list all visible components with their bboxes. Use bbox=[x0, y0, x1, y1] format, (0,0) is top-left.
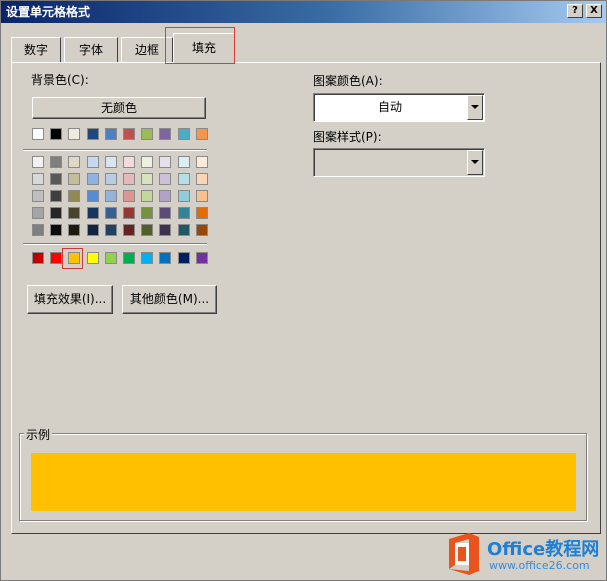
color-swatch[interactable] bbox=[32, 224, 44, 236]
color-swatch[interactable] bbox=[141, 224, 153, 236]
color-swatch[interactable] bbox=[105, 173, 117, 185]
pattern-color-label: 图案颜色(A): bbox=[313, 74, 383, 88]
color-swatch[interactable] bbox=[105, 224, 117, 236]
color-swatch[interactable] bbox=[178, 190, 190, 202]
color-swatch[interactable] bbox=[87, 207, 99, 219]
color-swatch[interactable] bbox=[87, 252, 99, 264]
chevron-down-icon[interactable] bbox=[467, 150, 483, 175]
color-swatch[interactable] bbox=[141, 190, 153, 202]
dialog-title: 设置单元格格式 bbox=[6, 5, 91, 19]
office-logo-icon bbox=[449, 533, 479, 575]
tab-font[interactable]: 字体 bbox=[64, 37, 118, 63]
pattern-style-value bbox=[314, 149, 466, 176]
color-swatch[interactable] bbox=[141, 156, 153, 168]
color-swatch[interactable] bbox=[32, 252, 44, 264]
color-swatch[interactable] bbox=[141, 252, 153, 264]
sample-label: 示例 bbox=[24, 426, 53, 443]
color-swatch[interactable] bbox=[178, 207, 190, 219]
color-swatch[interactable] bbox=[196, 252, 208, 264]
color-swatch[interactable] bbox=[123, 252, 135, 264]
watermark-url: www.office26.com bbox=[489, 559, 590, 572]
color-swatch[interactable] bbox=[141, 128, 153, 140]
color-swatch[interactable] bbox=[141, 173, 153, 185]
pattern-color-select[interactable]: 自动 bbox=[313, 93, 485, 122]
color-swatch[interactable] bbox=[68, 224, 80, 236]
color-swatch[interactable] bbox=[123, 224, 135, 236]
tab-bar: 数字 字体 边框 填充 bbox=[11, 33, 601, 64]
color-swatch[interactable] bbox=[196, 190, 208, 202]
color-swatch[interactable] bbox=[159, 173, 171, 185]
color-swatch[interactable] bbox=[50, 252, 62, 264]
color-swatch[interactable] bbox=[68, 190, 80, 202]
color-swatch[interactable] bbox=[50, 173, 62, 185]
color-swatch[interactable] bbox=[196, 224, 208, 236]
fill-effects-button[interactable]: 填充效果(I)... bbox=[27, 285, 113, 314]
color-swatch[interactable] bbox=[32, 207, 44, 219]
color-swatch[interactable] bbox=[68, 128, 80, 140]
color-swatch[interactable] bbox=[68, 173, 80, 185]
color-swatch[interactable] bbox=[105, 190, 117, 202]
color-swatch[interactable] bbox=[50, 128, 62, 140]
more-colors-button[interactable]: 其他颜色(M)... bbox=[122, 285, 217, 314]
pattern-style-select[interactable] bbox=[313, 148, 485, 177]
color-swatch[interactable] bbox=[32, 128, 44, 140]
format-cells-dialog: 设置单元格格式 ? X 数字 字体 边框 填充 背景色(C): 无颜色 填充效果… bbox=[0, 0, 607, 581]
palette-separator bbox=[23, 243, 207, 245]
help-button[interactable]: ? bbox=[567, 4, 583, 18]
chevron-down-icon[interactable] bbox=[467, 95, 483, 120]
color-swatch[interactable] bbox=[196, 156, 208, 168]
color-swatch[interactable] bbox=[87, 190, 99, 202]
pattern-style-label: 图案样式(P): bbox=[313, 130, 382, 144]
color-swatch[interactable] bbox=[178, 252, 190, 264]
color-swatch[interactable] bbox=[105, 207, 117, 219]
color-swatch[interactable] bbox=[87, 128, 99, 140]
color-swatch[interactable] bbox=[178, 224, 190, 236]
color-swatch[interactable] bbox=[50, 190, 62, 202]
color-swatch[interactable] bbox=[123, 128, 135, 140]
close-button[interactable]: X bbox=[586, 4, 602, 18]
color-swatch[interactable] bbox=[123, 207, 135, 219]
tab-number[interactable]: 数字 bbox=[11, 37, 61, 63]
title-bar: 设置单元格格式 bbox=[1, 1, 606, 23]
color-swatch[interactable] bbox=[87, 224, 99, 236]
tab-fill-highlight bbox=[165, 27, 235, 64]
color-swatch[interactable] bbox=[159, 224, 171, 236]
color-swatch[interactable] bbox=[178, 128, 190, 140]
color-swatch[interactable] bbox=[159, 252, 171, 264]
pattern-color-value: 自动 bbox=[377, 100, 402, 114]
color-swatch[interactable] bbox=[159, 128, 171, 140]
selected-swatch-highlight bbox=[62, 248, 83, 269]
sample-preview bbox=[31, 453, 576, 511]
color-swatch[interactable] bbox=[87, 173, 99, 185]
color-swatch[interactable] bbox=[105, 252, 117, 264]
color-swatch[interactable] bbox=[159, 190, 171, 202]
palette-separator bbox=[23, 149, 207, 151]
color-swatch[interactable] bbox=[105, 128, 117, 140]
color-swatch[interactable] bbox=[141, 207, 153, 219]
color-swatch[interactable] bbox=[123, 190, 135, 202]
color-swatch[interactable] bbox=[159, 156, 171, 168]
color-swatch[interactable] bbox=[68, 156, 80, 168]
no-color-button[interactable]: 无颜色 bbox=[32, 97, 206, 119]
color-swatch[interactable] bbox=[50, 224, 62, 236]
color-swatch[interactable] bbox=[123, 173, 135, 185]
color-swatch[interactable] bbox=[196, 128, 208, 140]
color-swatch[interactable] bbox=[178, 156, 190, 168]
color-swatch[interactable] bbox=[196, 207, 208, 219]
color-swatch[interactable] bbox=[196, 173, 208, 185]
color-swatch[interactable] bbox=[50, 207, 62, 219]
color-swatch[interactable] bbox=[32, 190, 44, 202]
color-swatch[interactable] bbox=[32, 173, 44, 185]
color-swatch[interactable] bbox=[105, 156, 117, 168]
color-swatch[interactable] bbox=[178, 173, 190, 185]
color-swatch[interactable] bbox=[87, 156, 99, 168]
background-color-label: 背景色(C): bbox=[31, 73, 89, 87]
color-swatch[interactable] bbox=[68, 207, 80, 219]
color-swatch[interactable] bbox=[123, 156, 135, 168]
watermark: Office教程网 www.office26.com bbox=[441, 531, 606, 579]
color-swatch[interactable] bbox=[50, 156, 62, 168]
color-swatch[interactable] bbox=[159, 207, 171, 219]
color-swatch[interactable] bbox=[32, 156, 44, 168]
watermark-brand: Office教程网 bbox=[487, 539, 600, 560]
